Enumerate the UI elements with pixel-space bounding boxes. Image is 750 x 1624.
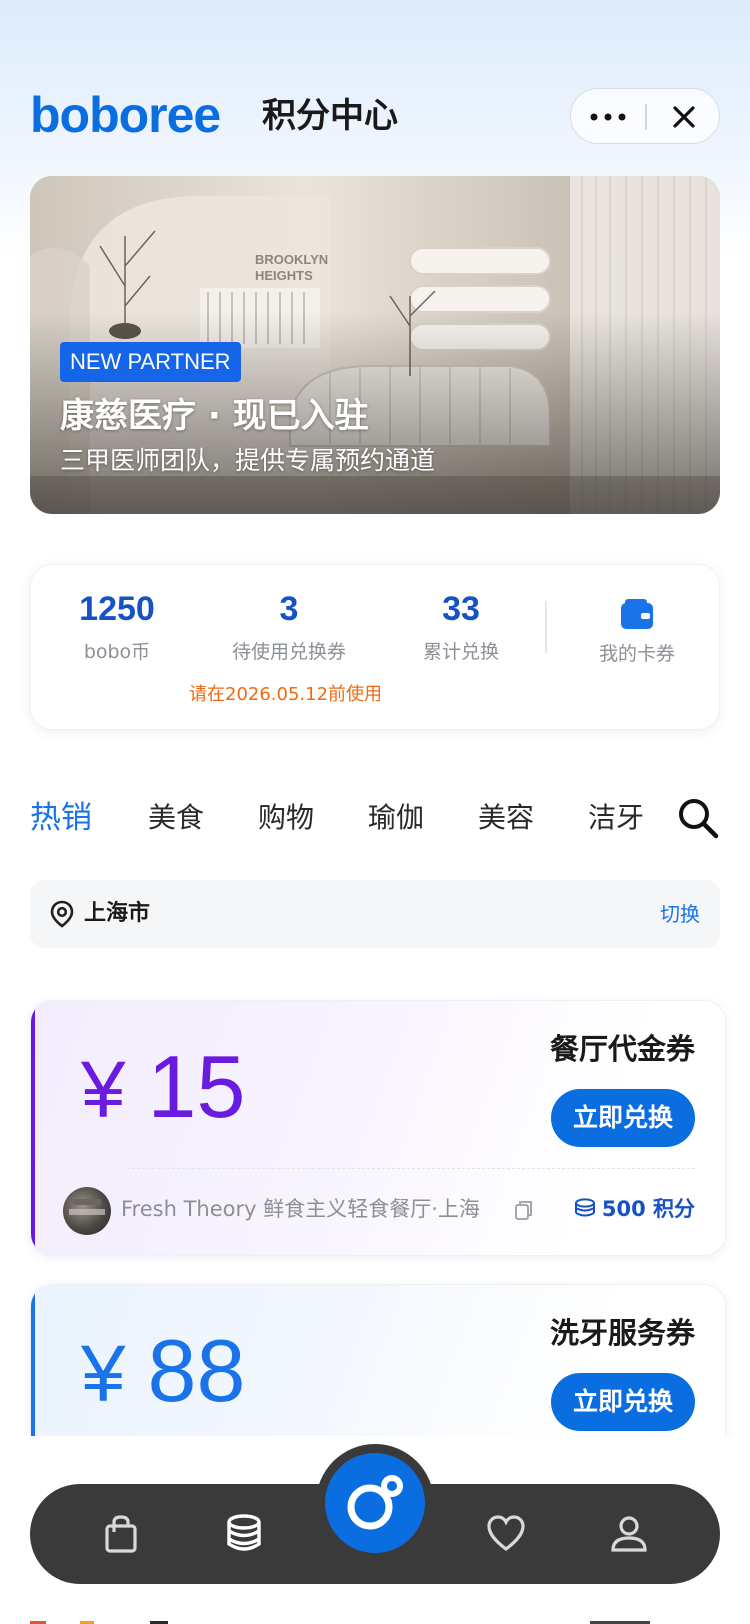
wallet-icon	[621, 599, 653, 629]
switch-city-button[interactable]: 切换	[660, 898, 700, 930]
my-vouchers-button[interactable]: 我的卡券	[551, 587, 723, 669]
stat-pending-vouchers[interactable]: 3 待使用兑换券	[203, 587, 375, 667]
currency-symbol: ¥	[81, 1329, 126, 1418]
mini-program-capsule	[570, 88, 720, 144]
stat-value: 3	[279, 590, 299, 628]
coins-stack-icon	[574, 1198, 595, 1217]
my-vouchers-label: 我的卡券	[598, 643, 675, 665]
coupon-card[interactable]: ¥88 洗牙服务券 立即兑换	[30, 1284, 726, 1436]
promo-banner[interactable]: BROOKLYN HEIGHTS NEW PARTNER 康慈医疗 · 现已入驻…	[30, 176, 720, 514]
profile-icon[interactable]	[609, 1514, 649, 1554]
more-dots-icon[interactable]	[571, 89, 645, 145]
expiry-note: 请在2026.05.12前使用	[189, 684, 383, 705]
coins-icon[interactable]	[224, 1514, 264, 1554]
page-title: 积分中心	[262, 96, 398, 136]
banner-title: 康慈医疗 · 现已入驻	[60, 396, 369, 436]
tab-food[interactable]: 美食	[148, 798, 204, 838]
points-cost-label: 500 积分	[601, 1197, 695, 1221]
copy-icon[interactable]	[513, 1199, 535, 1221]
coupon-amount: ¥15	[81, 1037, 245, 1140]
coupon-title: 洗牙服务券	[549, 1316, 695, 1350]
stat-bobo-coins[interactable]: 1250 bobo币	[31, 587, 203, 667]
tab-yoga[interactable]: 瑜伽	[368, 798, 424, 838]
currency-symbol: ¥	[81, 1045, 126, 1134]
bag-icon[interactable]	[101, 1514, 141, 1554]
stat-label: 累计兑换	[422, 641, 499, 663]
banner-subtitle: 三甲医师团队，提供专属预约通道	[60, 446, 436, 475]
redeem-button[interactable]: 立即兑换	[551, 1373, 695, 1431]
search-icon[interactable]	[676, 796, 720, 840]
brand-center-icon[interactable]	[325, 1453, 425, 1553]
location-pin-icon	[50, 900, 74, 928]
tab-beauty[interactable]: 美容	[478, 798, 534, 838]
coupon-accent-bar	[31, 1001, 35, 1255]
location-bar: 上海市 切换	[30, 880, 720, 948]
coupon-title: 餐厅代金券	[549, 1032, 695, 1066]
brand-logo: boboree	[30, 87, 221, 143]
points-cost: 500 积分	[574, 1193, 695, 1225]
stat-value: 33	[442, 590, 480, 628]
stat-value: 1250	[79, 590, 155, 628]
new-partner-badge: NEW PARTNER	[60, 342, 241, 382]
coupon-amount: ¥88	[81, 1321, 245, 1424]
merchant-name: Fresh Theory 鲜食主义轻食餐厅·上海	[121, 1197, 480, 1221]
tab-shopping[interactable]: 购物	[258, 798, 314, 838]
category-tabs: 热销 美食 购物 瑜伽 美容 洁牙	[30, 790, 720, 846]
stat-label: bobo币	[83, 641, 151, 663]
tab-hot[interactable]: 热销	[30, 798, 92, 838]
coupon-dashed-divider	[127, 1168, 695, 1169]
stat-total-redeemed[interactable]: 33 累计兑换	[375, 587, 547, 667]
coupon-card[interactable]: ¥15 餐厅代金券 立即兑换 Fresh Theory 鲜食主义轻食餐厅·上海 …	[30, 1000, 726, 1256]
points-summary-card: 1250 bobo币 3 待使用兑换券 33 累计兑换 我的卡券 请在2026.…	[30, 564, 720, 730]
heart-icon[interactable]	[486, 1514, 526, 1554]
header: boboree 积分中心	[30, 86, 720, 146]
stat-label: 待使用兑换券	[231, 641, 346, 663]
tab-dental[interactable]: 洁牙	[588, 798, 644, 838]
close-icon[interactable]	[647, 89, 721, 145]
current-city: 上海市	[84, 901, 151, 926]
stats-divider	[545, 601, 547, 653]
coupon-accent-bar	[31, 1285, 35, 1436]
merchant-avatar	[63, 1187, 111, 1235]
content-peek-edge	[30, 1612, 720, 1624]
coupon-value: 15	[147, 1037, 246, 1136]
redeem-button[interactable]: 立即兑换	[551, 1089, 695, 1147]
coupon-value: 88	[147, 1321, 246, 1420]
